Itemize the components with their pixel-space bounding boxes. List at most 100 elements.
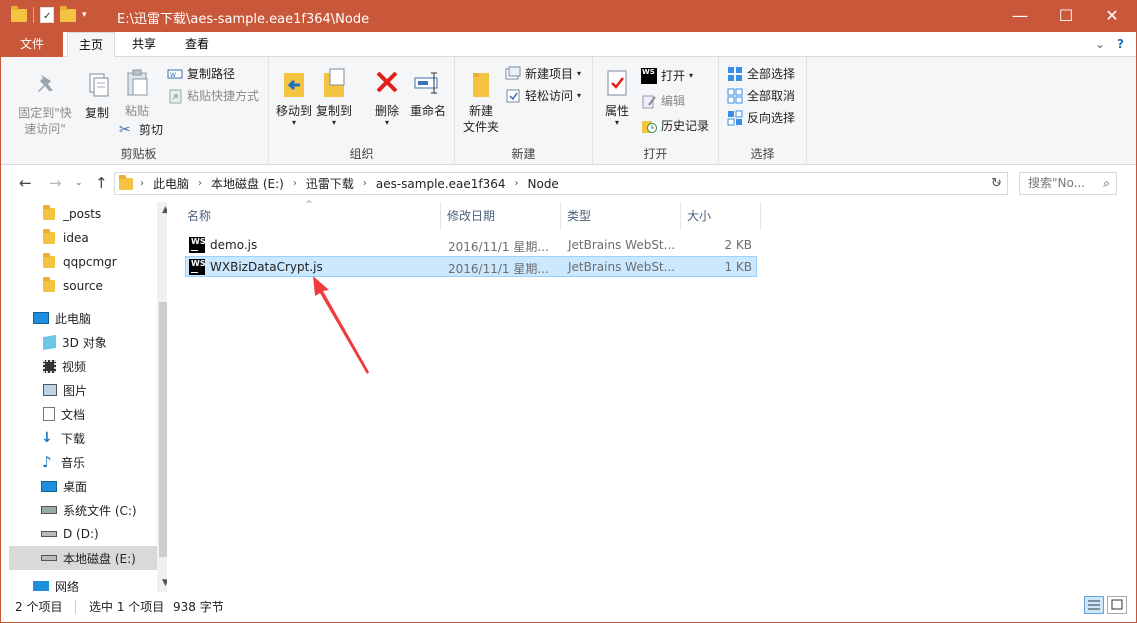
details-view-icon[interactable] <box>1084 596 1104 614</box>
open-button[interactable]: WS 打开 ▾ <box>641 67 693 84</box>
nav-item-desktop[interactable]: 桌面 <box>9 474 149 498</box>
minimize-button[interactable]: — <box>997 1 1043 32</box>
close-button[interactable]: ✕ <box>1089 1 1135 32</box>
annotation-arrow-icon <box>313 276 369 374</box>
nav-item-network[interactable]: 网络 <box>9 578 149 592</box>
nav-item-videos[interactable]: 视频 <box>9 354 149 378</box>
properties-quick-icon[interactable]: ✓ <box>40 7 54 23</box>
nav-item-documents[interactable]: 文档 <box>9 402 149 426</box>
breadcrumb-aes-sample[interactable]: aes-sample.eae1f364 <box>370 177 512 191</box>
edit-label: 编辑 <box>661 94 686 108</box>
nav-label: 图片 <box>63 383 88 398</box>
nav-item-this-pc[interactable]: 此电脑 <box>9 306 149 330</box>
properties-button[interactable]: 属性 ▾ <box>597 67 637 127</box>
nav-item-drive-d[interactable]: D (D:) <box>9 522 149 546</box>
breadcrumb-xunlei[interactable]: 迅雷下载 <box>300 175 360 192</box>
search-icon: ⌕ <box>1103 176 1110 190</box>
nav-item-posts[interactable]: _posts <box>9 202 149 226</box>
nav-item-downloads[interactable]: ↓ 下载 <box>9 426 149 450</box>
new-group: 新建 文件夹 新建项目 ▾ 轻松访问 ▾ 新建 <box>455 57 593 165</box>
breadcrumb-node[interactable]: Node <box>522 177 565 191</box>
copy-to-button[interactable]: 复制到 ▾ <box>315 67 353 127</box>
nav-item-pictures[interactable]: 图片 <box>9 378 149 402</box>
edit-icon <box>641 93 657 109</box>
document-icon <box>43 407 55 421</box>
file-type: JetBrains WebSt... <box>568 260 676 274</box>
collapse-ribbon-icon[interactable]: ⌄ <box>1095 37 1105 51</box>
file-date: 2016/11/1 星期... <box>448 240 549 254</box>
file-row-wxbizdatacrypt[interactable]: WS WXBizDataCrypt.js 2016/11/1 星期... Jet… <box>185 256 757 277</box>
cut-button[interactable]: ✂ 剪切 <box>119 121 163 138</box>
tab-share[interactable]: 共享 <box>120 32 168 57</box>
nav-item-qqpcmgr[interactable]: qqpcmgr <box>9 250 149 274</box>
select-all-button[interactable]: 全部选择 <box>727 65 795 82</box>
breadcrumb-this-pc[interactable]: 此电脑 <box>147 175 195 192</box>
help-icon[interactable]: ? <box>1117 37 1124 51</box>
nav-label: 此电脑 <box>55 311 92 326</box>
pin-quick-access-button[interactable]: 固定到"快 速访问" <box>13 69 77 137</box>
file-size: 1 KB <box>724 260 752 274</box>
nav-item-music[interactable]: ♪ 音乐 <box>9 450 149 474</box>
delete-button[interactable]: 删除 ▾ <box>367 67 407 127</box>
nav-item-drive-e[interactable]: 本地磁盘 (E:) <box>9 546 157 570</box>
drive-icon <box>41 531 57 537</box>
svg-text:W: W <box>170 72 176 79</box>
nav-label: _posts <box>63 207 102 221</box>
up-arrow-icon[interactable]: ↑ <box>95 174 108 192</box>
address-bar[interactable]: › 此电脑 › 本地磁盘 (E:) › 迅雷下载 › aes-sample.ea… <box>114 172 1008 195</box>
cut-label: 剪切 <box>139 123 164 137</box>
new-folder-quick-icon[interactable] <box>60 5 76 22</box>
breadcrumb-drive-e[interactable]: 本地磁盘 (E:) <box>205 175 290 192</box>
nav-item-source[interactable]: source <box>9 274 149 298</box>
separator <box>75 600 76 614</box>
rename-label: 重命名 <box>409 104 446 118</box>
search-input[interactable]: 搜索"No... ⌕ <box>1019 172 1117 195</box>
nav-item-3d-objects[interactable]: 3D 对象 <box>9 330 149 354</box>
nav-item-drive-c[interactable]: 系统文件 (C:) <box>9 498 149 522</box>
rename-button[interactable]: 重命名 <box>407 67 449 119</box>
large-icons-view-icon[interactable] <box>1107 596 1127 614</box>
open-group: 属性 ▾ WS 打开 ▾ 编辑 历史记录 打开 <box>593 57 719 165</box>
column-header-type[interactable]: 类型 <box>561 202 681 230</box>
customize-quick-access-icon[interactable]: ▾ <box>82 10 87 20</box>
file-type: JetBrains WebSt... <box>568 238 676 252</box>
select-none-button[interactable]: 全部取消 <box>727 87 795 104</box>
easy-access-button[interactable]: 轻松访问 ▾ <box>505 87 581 104</box>
organize-group: 移动到 ▾ 复制到 ▾ 删除 ▾ 重命名 组织 <box>269 57 455 165</box>
nav-label: qqpcmgr <box>63 255 117 269</box>
nav-label: 音乐 <box>61 455 86 470</box>
tab-file[interactable]: 文件 <box>1 32 63 57</box>
edit-button[interactable]: 编辑 <box>641 92 685 109</box>
maximize-button[interactable]: ☐ <box>1043 1 1089 32</box>
paste-button[interactable]: 粘贴 <box>117 67 157 119</box>
download-arrow-icon: ↓ <box>41 430 53 446</box>
nav-label: source <box>63 279 103 293</box>
paste-label: 粘贴 <box>124 104 149 118</box>
copy-button[interactable]: 复制 <box>77 69 117 121</box>
refresh-icon[interactable]: ↻ <box>991 176 1002 191</box>
column-header-size[interactable]: 大小 <box>681 202 761 230</box>
paste-shortcut-button[interactable]: 粘贴快捷方式 <box>167 87 259 104</box>
file-row-demo[interactable]: WS demo.js 2016/11/1 星期... JetBrains Web… <box>185 234 757 255</box>
column-header-date[interactable]: 修改日期 <box>441 202 561 230</box>
copy-path-button[interactable]: W 复制路径 <box>167 65 235 82</box>
select-none-icon <box>727 88 743 104</box>
forward-arrow-icon[interactable]: → <box>49 174 62 192</box>
invert-selection-button[interactable]: 反向选择 <box>727 109 795 126</box>
open-label: 打开 <box>661 69 686 83</box>
tab-home[interactable]: 主页 <box>67 32 115 58</box>
computer-icon <box>33 312 49 324</box>
move-to-button[interactable]: 移动到 ▾ <box>275 67 313 127</box>
recent-locations-icon[interactable]: ⌄ <box>75 178 83 188</box>
new-item-button[interactable]: 新建项目 ▾ <box>505 65 581 82</box>
tab-view[interactable]: 查看 <box>173 32 221 57</box>
window-title: E:\迅雷下载\aes-sample.eae1f364\Node <box>117 12 370 27</box>
nav-item-idea[interactable]: idea <box>9 226 149 250</box>
nav-label: 系统文件 (C:) <box>63 503 137 518</box>
column-header-name[interactable]: 名称 <box>181 202 441 230</box>
select-group: 全部选择 全部取消 反向选择 选择 <box>719 57 807 165</box>
back-arrow-icon[interactable]: ← <box>19 174 32 192</box>
history-button[interactable]: 历史记录 <box>641 117 709 134</box>
selected-count: 选中 1 个项目 <box>89 600 165 614</box>
new-folder-button[interactable]: 新建 文件夹 <box>459 67 503 135</box>
